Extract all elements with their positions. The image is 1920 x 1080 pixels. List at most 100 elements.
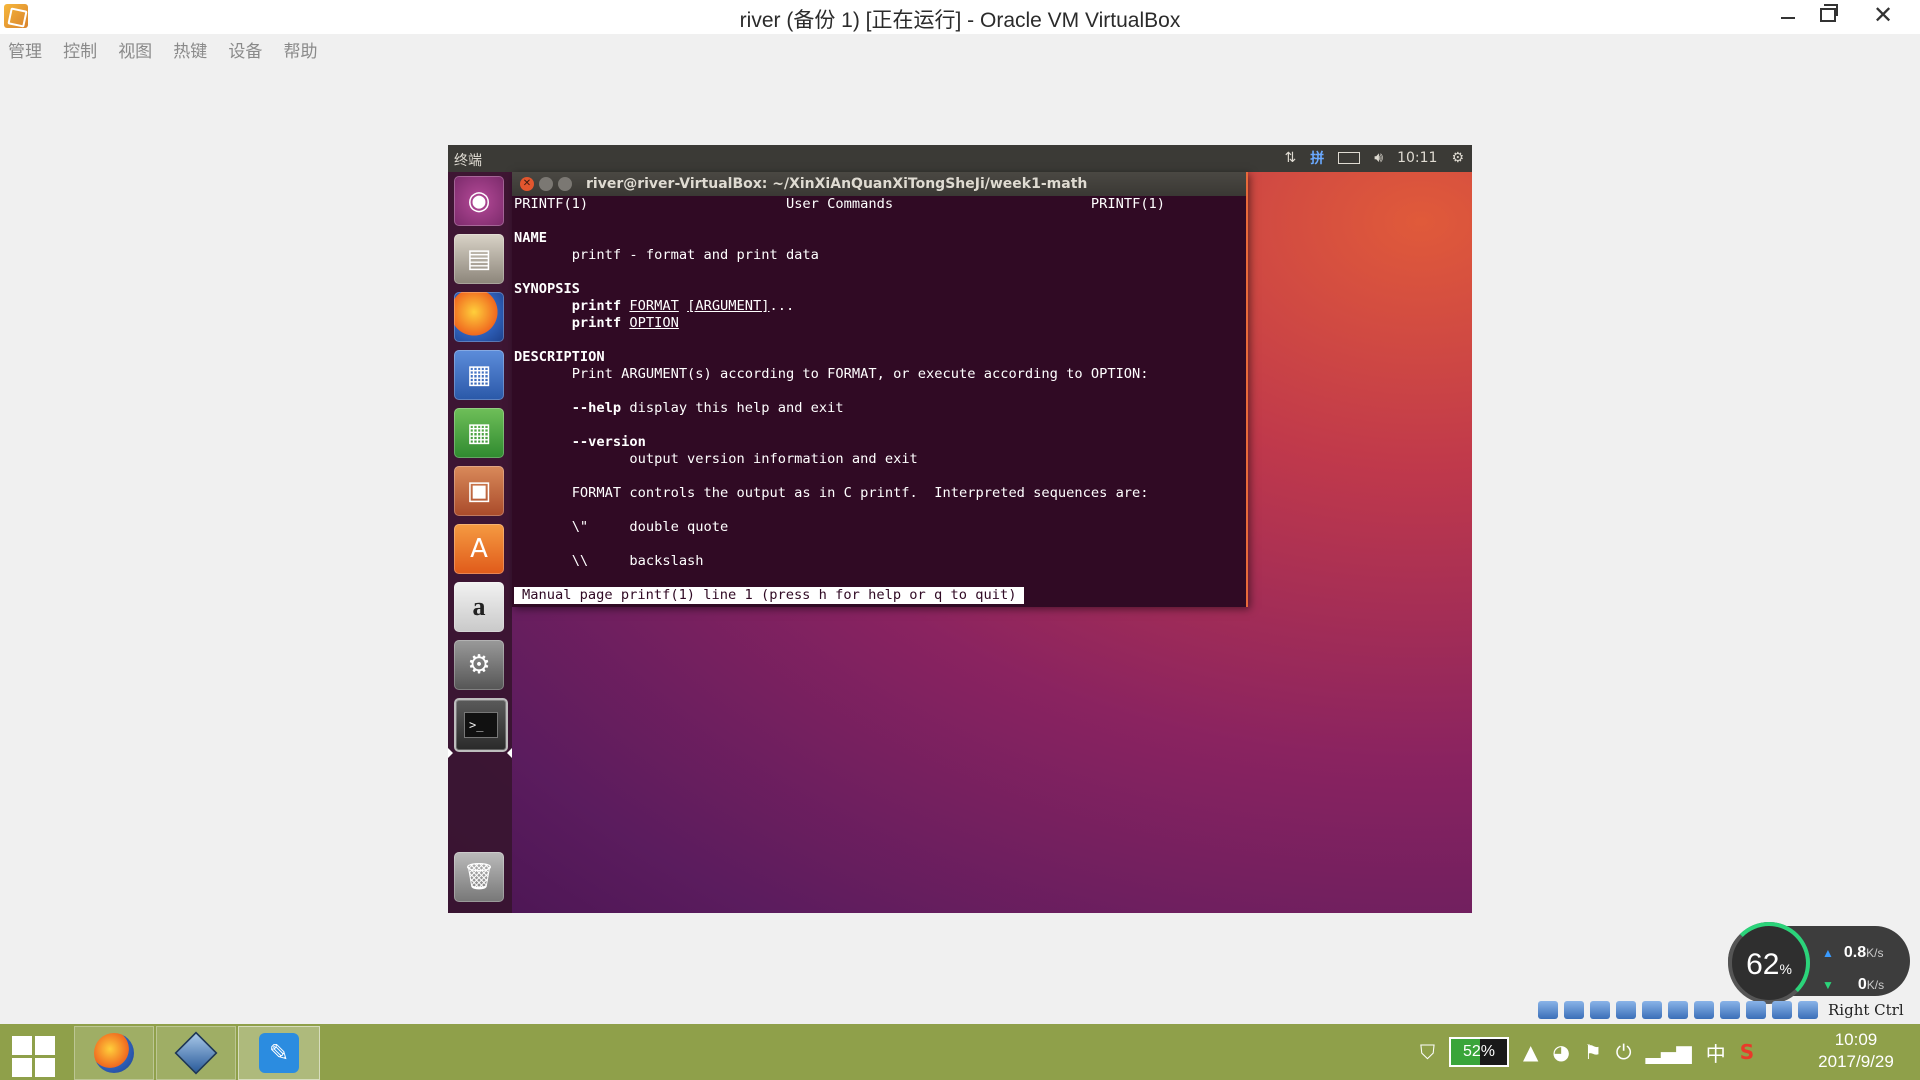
guest-clock[interactable]: 10:11 — [1397, 150, 1437, 166]
close-icon: ✕ — [1872, 1, 1894, 29]
menu-view[interactable]: 视图 — [110, 34, 160, 62]
clock-time: 10:09 — [1834, 1030, 1878, 1049]
menu-help[interactable]: 帮助 — [275, 34, 325, 62]
guest-top-panel: 终端 ⇅ 拼 🔊︎ 10:11 ⚙ — [448, 145, 1472, 172]
firefox-icon[interactable] — [454, 292, 504, 342]
man-header-center: User Commands — [785, 196, 894, 212]
download-arrow-icon: ▼ — [1822, 978, 1834, 992]
writer-icon[interactable]: ▦ — [454, 350, 504, 400]
virtualbox-icon — [174, 1031, 218, 1075]
man-synopsis-argument: [ARGUMENT] — [687, 298, 770, 314]
terminal-minimize-button[interactable] — [539, 177, 553, 191]
minimize-icon — [1781, 17, 1795, 19]
taskbar-firefox[interactable] — [74, 1026, 154, 1080]
usb-icon[interactable] — [1642, 1001, 1662, 1019]
firefox-icon — [94, 1033, 134, 1073]
start-button[interactable] — [12, 1036, 56, 1077]
pencil-icon: ✎ — [259, 1033, 299, 1073]
trash-icon[interactable]: 🗑︎ — [454, 852, 504, 902]
download-speed: ▼ 0K/s — [1822, 976, 1884, 994]
keyboard-icon[interactable]: 拼 — [1310, 148, 1324, 168]
security-shield-icon[interactable]: ⛉ — [1420, 1040, 1435, 1064]
man-synopsis-format: FORMAT — [629, 298, 679, 314]
volume-icon[interactable]: 🔊︎ — [1374, 150, 1383, 166]
man-help-text: display this help and exit — [629, 400, 844, 416]
guest-screen[interactable]: 终端 ⇅ 拼 🔊︎ 10:11 ⚙ ◉ ▤ ▦ ▦ ▣ A a ⚙ >_ 🗑︎ … — [448, 145, 1472, 913]
host-key-label: Right Ctrl — [1828, 1001, 1904, 1019]
tray-app-icon[interactable]: ◕ — [1552, 1040, 1569, 1064]
terminal-icon[interactable]: >_ — [454, 698, 508, 752]
man-seq-quote: \" — [571, 519, 589, 535]
menu-manage[interactable]: 管理 — [0, 34, 50, 62]
audio-icon[interactable] — [1590, 1001, 1610, 1019]
ime-indicator[interactable]: 中 — [1706, 1038, 1726, 1067]
upload-speed-unit: K/s — [1866, 946, 1884, 960]
focused-indicator-icon — [507, 748, 512, 758]
terminal-content[interactable]: PRINTF(1) User Commands PRINTF(1) NAME p… — [514, 196, 1242, 607]
keyboard-capture-icon[interactable] — [1798, 1001, 1818, 1019]
signal-strength-icon[interactable]: ▂▄▆ — [1646, 1040, 1692, 1064]
man-seq-backslash: \\ — [571, 553, 589, 569]
sogou-input-icon[interactable]: S — [1740, 1040, 1754, 1064]
close-button[interactable]: ✕ — [1858, 0, 1908, 30]
cpu-usage-unit: % — [1779, 961, 1792, 977]
man-header-right: PRINTF(1) — [1090, 196, 1166, 212]
window-titlebar: river (备份 1) [正在运行] - Oracle VM VirtualB… — [0, 0, 1920, 34]
clock-date: 2017/9/29 — [1818, 1052, 1894, 1071]
unity-launcher: ◉ ▤ ▦ ▦ ▣ A a ⚙ >_ 🗑︎ — [448, 172, 512, 913]
man-synopsis-cmd: printf — [571, 298, 622, 314]
network-adapter-icon[interactable] — [1616, 1001, 1636, 1019]
man-seq-quote-desc: double quote — [629, 519, 729, 535]
windows-logo-icon-part — [12, 1058, 32, 1077]
display-icon[interactable] — [1694, 1001, 1714, 1019]
terminal-title: river@river-VirtualBox: ~/XinXiAnQuanXiT… — [586, 176, 1088, 192]
man-description-text: Print ARGUMENT(s) according to FORMAT, o… — [571, 366, 1149, 382]
cpu-gauge[interactable]: 62% — [1728, 922, 1810, 1004]
vbox-statusbar: Right Ctrl — [1538, 998, 1904, 1022]
power-plug-icon[interactable]: ⏻ — [1616, 1040, 1632, 1064]
man-format-text: FORMAT controls the output as in C print… — [571, 485, 1149, 501]
calc-icon[interactable]: ▦ — [454, 408, 504, 458]
restore-button[interactable] — [1805, 0, 1851, 30]
system-settings-icon[interactable]: ⚙ — [454, 640, 504, 690]
terminal-close-button[interactable]: ✕ — [520, 177, 534, 191]
taskbar-virtualbox[interactable] — [156, 1026, 236, 1080]
terminal-maximize-button[interactable] — [558, 177, 572, 191]
window-title: river (备份 1) [正在运行] - Oracle VM VirtualB… — [739, 9, 1181, 32]
menu-devices[interactable]: 设备 — [220, 34, 270, 62]
optical-drive-icon[interactable] — [1564, 1001, 1584, 1019]
battery-indicator[interactable]: 52% — [1449, 1037, 1509, 1067]
action-center-flag-icon[interactable]: ⚑ — [1584, 1040, 1602, 1064]
menu-hotkeys[interactable]: 热键 — [165, 34, 215, 62]
video-capture-icon[interactable] — [1720, 1001, 1740, 1019]
upload-speed-value: 0.8 — [1843, 944, 1867, 961]
network-updown-icon[interactable]: ⇅ — [1285, 150, 1297, 166]
windows-logo-icon — [12, 1036, 32, 1055]
cpu-usage: 62% — [1732, 948, 1806, 982]
hard-disk-icon[interactable] — [1538, 1001, 1558, 1019]
impress-icon[interactable]: ▣ — [454, 466, 504, 516]
taskbar-notes[interactable]: ✎ — [238, 1026, 320, 1080]
menu-bar: 管理 控制 视图 热键 设备 帮助 — [0, 34, 1920, 62]
battery-percent: 52% — [1462, 1043, 1496, 1060]
shared-folder-icon[interactable] — [1668, 1001, 1688, 1019]
man-status-line: Manual page printf(1) line 1 (press h fo… — [514, 587, 1025, 604]
dash-icon[interactable]: ◉ — [454, 176, 504, 226]
man-section-synopsis: SYNOPSIS — [514, 281, 580, 297]
battery-icon[interactable] — [1338, 152, 1361, 164]
upload-arrow-icon: ▲ — [1822, 946, 1834, 960]
show-hidden-icons-chevron-icon[interactable]: ▲ — [1523, 1040, 1538, 1064]
files-icon[interactable]: ▤ — [454, 234, 504, 284]
cpu-usage-value: 62 — [1746, 948, 1780, 981]
mouse-integration-icon[interactable] — [1772, 1001, 1792, 1019]
software-center-icon[interactable]: A — [454, 524, 504, 574]
gear-icon[interactable]: ⚙ — [1451, 150, 1464, 166]
cpu-indicator-icon[interactable] — [1746, 1001, 1766, 1019]
system-tray: ⛉ 52% ▲ ◕ ⚑ ⏻ ▂▄▆ 中 S — [1420, 1024, 1754, 1080]
terminal-window[interactable]: ✕ river@river-VirtualBox: ~/XinXiAnQuanX… — [512, 172, 1248, 607]
terminal-titlebar[interactable]: ✕ river@river-VirtualBox: ~/XinXiAnQuanX… — [512, 172, 1246, 196]
taskbar-clock[interactable]: 10:09 2017/9/29 — [1800, 1029, 1912, 1073]
menu-control[interactable]: 控制 — [55, 34, 105, 62]
restore-icon — [1820, 4, 1838, 22]
amazon-icon[interactable]: a — [454, 582, 504, 632]
